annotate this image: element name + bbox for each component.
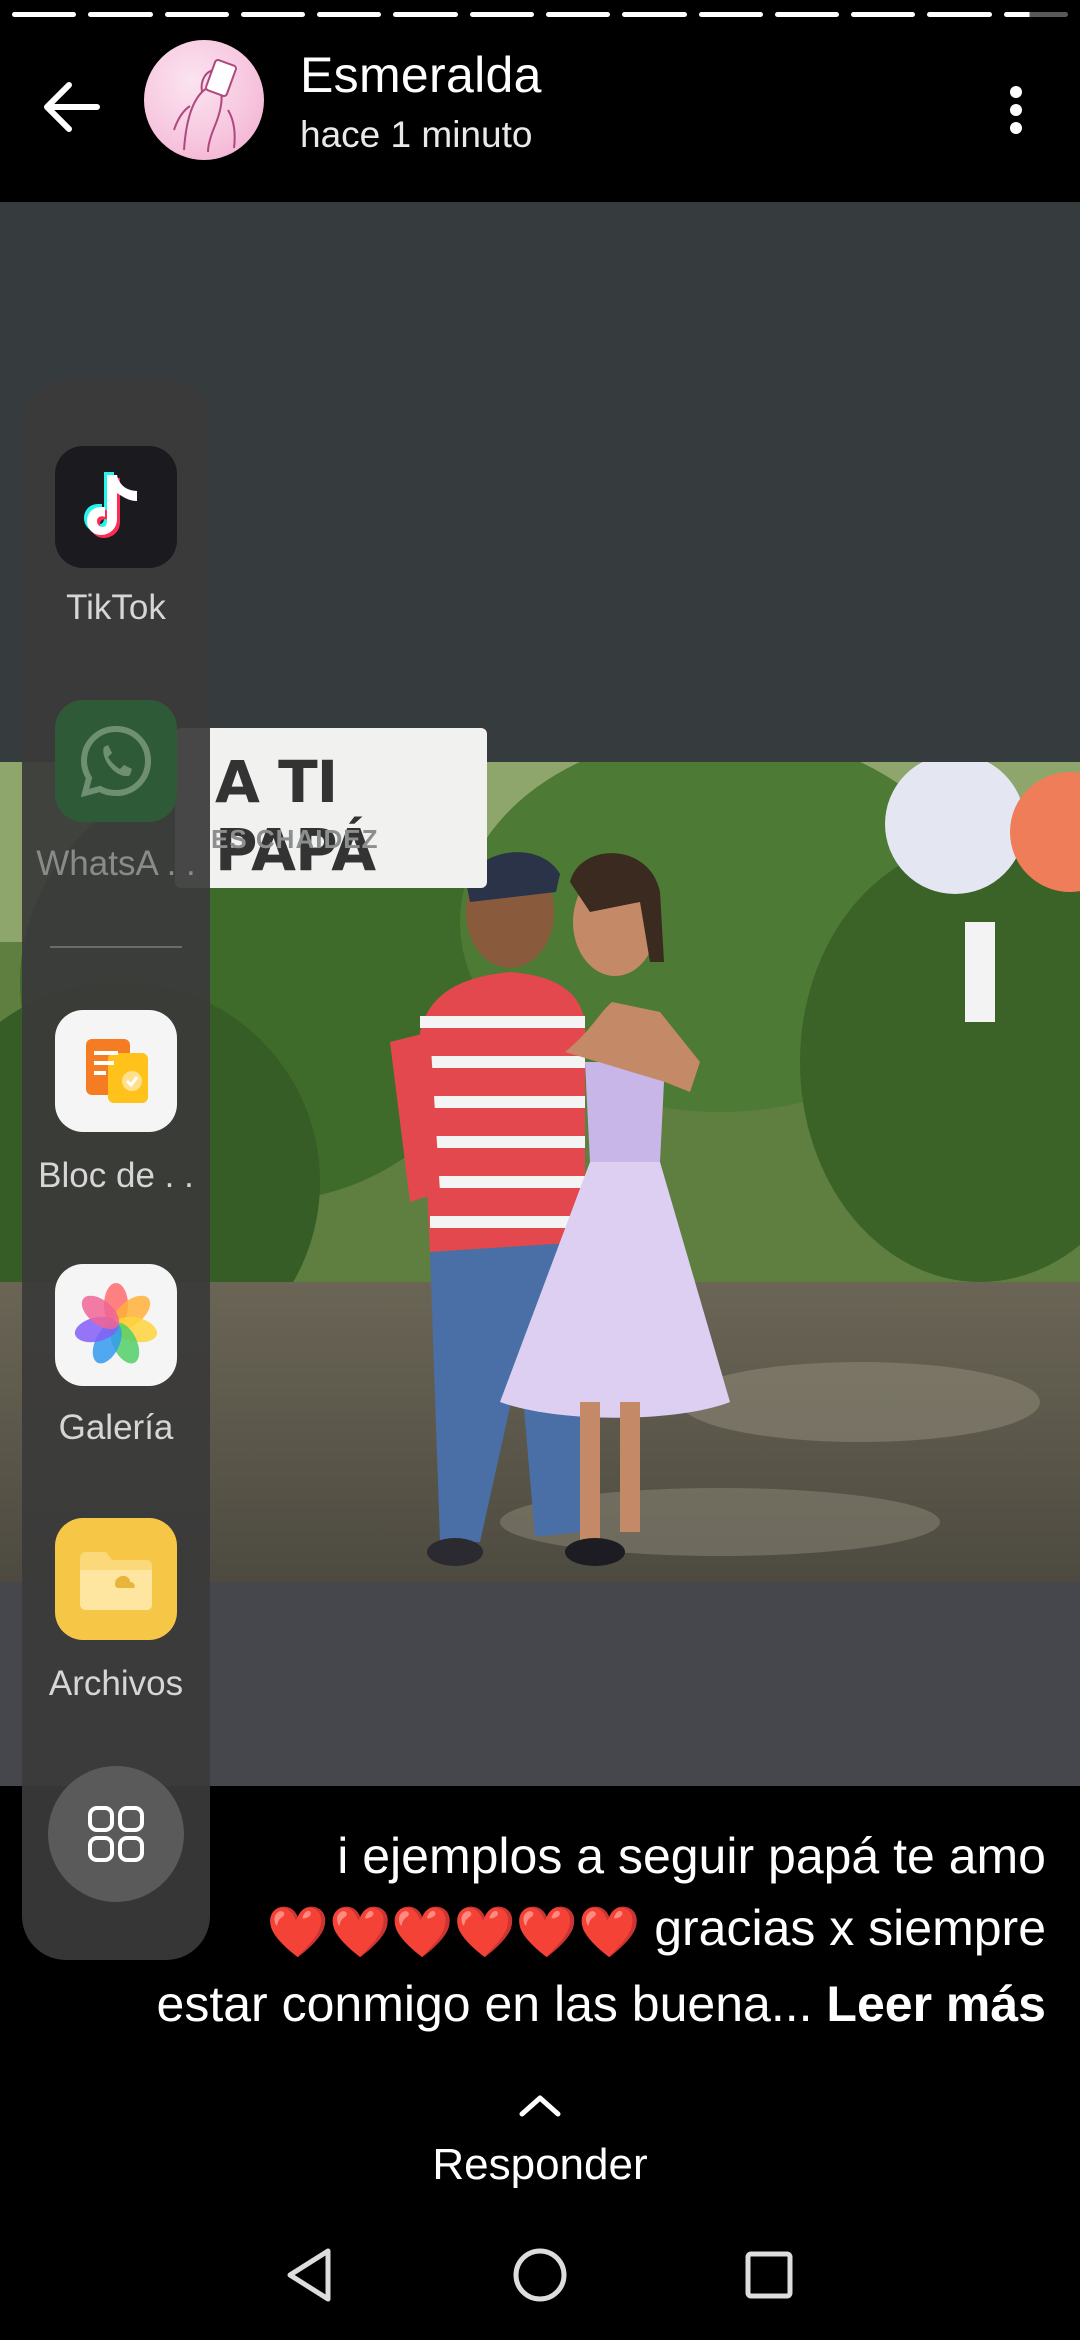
progress-segment [927,12,992,17]
files-icon [55,1518,177,1640]
caption-line-3: estar conmigo en las buena... Leer más [46,1968,1046,2040]
chevron-up-icon[interactable] [516,2090,564,2120]
dock-app-label: TikTok [66,588,166,627]
system-nav-bar [0,2210,1080,2340]
banner-subtitle: ES CHAIDEZ [211,824,379,854]
nav-recents-button[interactable] [724,2230,814,2320]
grid-icon [88,1806,144,1862]
story-timestamp: hace 1 minuto [300,114,533,155]
story-progress-bar [12,12,1068,17]
nav-home-button[interactable] [495,2230,585,2320]
back-button[interactable] [34,70,108,144]
progress-segment [317,12,382,17]
reply-button[interactable]: Responder [0,2140,1080,2190]
tiktok-icon [55,446,177,568]
square-recents-icon [745,2251,793,2299]
dock-divider [50,946,182,948]
avatar[interactable] [144,40,264,160]
progress-segment [698,12,763,17]
story-author-name[interactable]: Esmeralda [300,46,542,104]
dock-app-label: WhatsA . . [36,844,196,883]
caption-line-3-text: estar conmigo en las buena... [156,1975,813,2032]
triangle-back-icon [287,2248,331,2302]
progress-segment [12,12,77,17]
side-app-dock: TikTok WhatsA . . Bloc de . . Galería Ar… [22,380,210,1960]
arrow-left-icon [44,82,100,132]
banner-title: A TI PAPÁ [215,748,376,884]
progress-segment [622,12,687,17]
more-vertical-icon [1010,86,1022,134]
progress-segment [851,12,916,17]
dock-app-label: Galería [58,1408,174,1447]
progress-segment-current [1003,12,1068,17]
more-options-button[interactable] [986,70,1046,150]
hearts-emoji: ❤️❤️❤️❤️❤️❤️ [266,1903,641,1960]
progress-segment [393,12,458,17]
progress-segment [469,12,534,17]
progress-segment [164,12,229,17]
progress-segment [88,12,153,17]
progress-segment [545,12,611,17]
progress-segment [774,12,840,17]
progress-segment [240,12,306,17]
gallery-icon [55,1264,177,1386]
avatar-drawing [173,59,237,153]
dock-app-label: Archivos [48,1664,184,1703]
story-header: Esmeralda hace 1 minuto [0,26,1080,202]
photo-banner: A TI PAPÁ ES CHAIDEZ [175,728,487,888]
notes-icon [55,1010,177,1132]
nav-back-button[interactable] [264,2230,354,2320]
read-more-link[interactable]: Leer más [826,1976,1046,2032]
whatsapp-icon [55,700,177,822]
circle-home-icon [513,2248,567,2302]
all-apps-button[interactable] [48,1766,184,1902]
caption-line-2-text: gracias x siempre [654,1900,1046,1956]
dock-app-label: Bloc de . . [38,1156,194,1195]
